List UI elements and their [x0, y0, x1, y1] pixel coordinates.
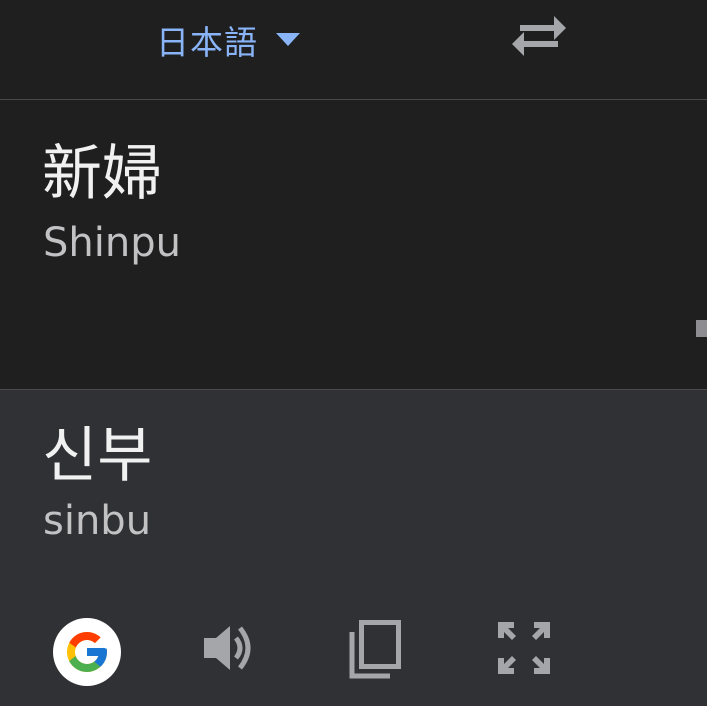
language-bar: 日本語	[0, 0, 707, 100]
source-language-label: 日本語	[156, 23, 258, 62]
google-logo-icon	[67, 632, 107, 672]
caret-down-icon	[276, 33, 300, 46]
source-text: 新婦	[42, 139, 162, 209]
source-language-selector[interactable]: 日本語	[156, 18, 300, 62]
translated-text: 신부	[42, 421, 153, 491]
source-text-panel[interactable]: 新婦 Shinpu	[0, 100, 707, 390]
scroll-handle[interactable]	[696, 320, 707, 337]
expand-icon[interactable]	[494, 618, 554, 678]
swap-languages-icon[interactable]	[510, 14, 568, 58]
copy-icon[interactable]	[346, 616, 406, 682]
google-logo-button[interactable]	[53, 618, 121, 686]
translated-transliteration: sinbu	[43, 498, 152, 544]
speaker-icon[interactable]	[200, 618, 260, 678]
source-transliteration: Shinpu	[43, 220, 181, 266]
translation-panel: 신부 sinbu	[0, 390, 707, 706]
translation-screen: 日本語 新婦 Shinpu 신부 sinbu	[0, 0, 707, 706]
